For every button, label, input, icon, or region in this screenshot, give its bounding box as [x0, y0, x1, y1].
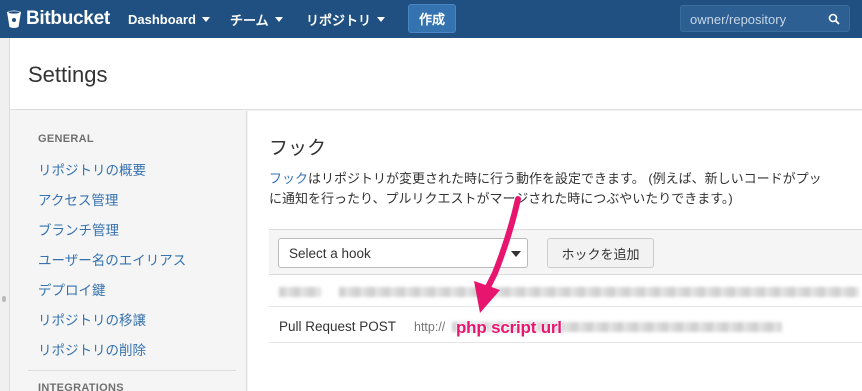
- redacted-hook-url: [339, 287, 859, 297]
- create-button[interactable]: 作成: [408, 4, 456, 33]
- sidebar-item-delete-repo[interactable]: リポジトリの削除: [38, 339, 146, 359]
- hook-row[interactable]: [269, 275, 862, 307]
- collapse-handle[interactable]: [2, 296, 6, 302]
- top-navbar: Bitbucket Dashboard チーム リポジトリ 作成 owner/r…: [0, 0, 862, 38]
- bitbucket-icon: [7, 10, 21, 28]
- sidebar-item-repo-overview[interactable]: リポジトリの概要: [38, 159, 146, 179]
- hooks-description: フックはリポジトリが変更された時に行う動作を設定できます。 (例えば、新しいコー…: [269, 169, 862, 209]
- nav-teams-label: チーム: [230, 12, 269, 28]
- search-placeholder: owner/repository: [690, 12, 787, 27]
- search-input[interactable]: owner/repository: [680, 5, 850, 32]
- main-content: フック フックはリポジトリが変更された時に行う動作を設定できます。 (例えば、新…: [248, 111, 862, 391]
- add-hook-button[interactable]: ホックを追加: [547, 238, 654, 268]
- sidebar-item-transfer-repo[interactable]: リポジトリの移譲: [38, 309, 146, 329]
- sidebar-item-branch-management[interactable]: ブランチ管理: [38, 219, 119, 239]
- nav-repositories[interactable]: リポジトリ: [306, 9, 386, 29]
- app-name: Bitbucket: [26, 8, 110, 29]
- sidebar-heading-integrations: INTEGRATIONS: [38, 382, 124, 391]
- annotation-arrow-icon: [474, 196, 521, 313]
- annotation-label: php script url: [456, 318, 562, 337]
- settings-sidebar: GENERAL リポジトリの概要 アクセス管理 ブランチ管理 ユーザー名のエイリ…: [10, 111, 247, 391]
- sidebar-item-username-aliases[interactable]: ユーザー名のエイリアス: [38, 249, 186, 269]
- sidebar-item-access-management[interactable]: アクセス管理: [38, 189, 118, 209]
- nav-repositories-label: リポジトリ: [306, 12, 372, 28]
- sidebar-item-deploy-keys[interactable]: デプロイ鍵: [38, 279, 106, 299]
- hooks-doc-link[interactable]: フック: [269, 171, 308, 186]
- nav-teams[interactable]: チーム: [230, 9, 283, 29]
- hook-name: Pull Request POST: [279, 319, 397, 334]
- sidebar-divider: [28, 370, 236, 371]
- chevron-down-icon: [377, 17, 386, 22]
- hook-row[interactable]: Pull Request POST http://: [269, 307, 862, 343]
- hooks-heading: フック: [269, 138, 327, 159]
- nav-dashboard[interactable]: Dashboard: [128, 9, 210, 29]
- page-header: Settings: [10, 38, 862, 110]
- bitbucket-logo[interactable]: Bitbucket: [6, 8, 110, 30]
- chevron-down-icon: [201, 17, 210, 22]
- hook-toolbar: Select a hook ホックを追加: [269, 229, 862, 275]
- redacted-hook-name: [279, 287, 321, 297]
- nav-dashboard-label: Dashboard: [128, 11, 196, 27]
- description-line-1: はリポジトリが変更された時に行う動作を設定できます。 (例えば、新しいコードがプ…: [308, 171, 822, 186]
- sidebar-heading-general: GENERAL: [38, 133, 94, 145]
- search-icon: [828, 13, 840, 25]
- chevron-down-icon: [274, 17, 283, 22]
- hook-select-value: Select a hook: [289, 246, 371, 261]
- page-title: Settings: [28, 62, 108, 87]
- left-edge-strip: [0, 38, 10, 391]
